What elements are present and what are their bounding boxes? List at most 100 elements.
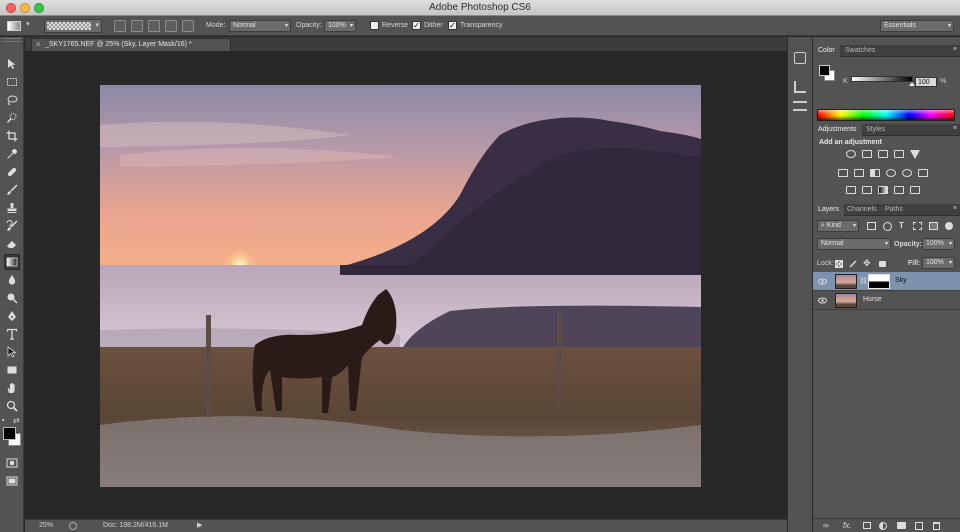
lock-pixels-icon[interactable] (849, 260, 857, 268)
link-chain-icon[interactable]: ⛓ (859, 277, 868, 285)
quick-selection-tool-button[interactable] (4, 110, 20, 126)
vibrance-icon[interactable] (910, 150, 920, 159)
workspace-switcher[interactable]: Essentials ▾ (880, 20, 954, 32)
eraser-tool-button[interactable] (4, 236, 20, 252)
blur-tool-button[interactable] (4, 272, 20, 288)
eyedropper-tool-button[interactable] (4, 146, 20, 162)
document-canvas-image[interactable] (100, 85, 701, 487)
filter-type-icon[interactable]: T (899, 221, 904, 230)
layer-name-horse[interactable]: Horse (863, 296, 882, 303)
lock-transparency-icon[interactable] (835, 260, 843, 268)
filter-toggle-icon[interactable] (945, 222, 953, 230)
color-lookup-icon[interactable] (918, 169, 928, 177)
diamond-gradient-button[interactable] (182, 20, 194, 32)
channel-mixer-icon[interactable] (902, 169, 912, 177)
panel-grip[interactable] (3, 38, 21, 42)
new-group-icon[interactable] (897, 522, 906, 529)
transparency-checkbox[interactable]: ✓ (448, 21, 457, 30)
tab-swatches[interactable]: Swatches (840, 45, 880, 57)
screen-mode-button[interactable] (4, 473, 20, 489)
tab-styles[interactable]: Styles (861, 124, 890, 136)
panel-menu-icon[interactable]: ≡ (953, 46, 957, 53)
layer-row-horse[interactable]: Horse (813, 291, 960, 310)
reverse-checkbox[interactable] (370, 21, 379, 30)
mode-select[interactable]: Normal ▾ (229, 20, 291, 32)
tab-paths[interactable]: Paths (880, 204, 908, 216)
zoom-tool-button[interactable] (4, 398, 20, 414)
brightness-contrast-icon[interactable] (846, 150, 856, 158)
color-foreground-swatch[interactable] (819, 65, 830, 76)
path-selection-tool-button[interactable] (4, 344, 20, 360)
close-window-button[interactable] (6, 3, 16, 13)
posterize-icon[interactable] (862, 186, 872, 194)
filter-pixel-icon[interactable] (867, 222, 876, 230)
layer-filter-kind[interactable]: ⌕ Kind ▾ (817, 220, 859, 232)
minimize-window-button[interactable] (20, 3, 30, 13)
link-layers-icon[interactable]: ∞ (823, 521, 829, 530)
new-layer-icon[interactable] (915, 522, 923, 530)
export-progress-icon[interactable] (69, 522, 77, 530)
tool-preset-picker[interactable]: ▾ (4, 19, 34, 33)
panel-menu-icon[interactable]: ≡ (953, 205, 957, 212)
layer-opacity-field[interactable]: 100% ▾ (922, 238, 955, 250)
color-balance-icon[interactable] (854, 169, 864, 177)
lock-all-icon[interactable] (879, 261, 886, 267)
invert-icon[interactable] (846, 186, 856, 194)
brush-tool-button[interactable] (4, 182, 20, 198)
layer-mask-thumbnail[interactable] (868, 274, 890, 289)
default-colors-icon[interactable]: ▪ (2, 417, 4, 424)
radial-gradient-button[interactable] (131, 20, 143, 32)
gradient-map-icon[interactable] (894, 186, 904, 194)
layer-fill-field[interactable]: 100% ▾ (922, 257, 955, 269)
layer-blend-mode-select[interactable]: Normal ▾ (817, 238, 891, 250)
quick-mask-button[interactable] (4, 455, 20, 471)
black-white-icon[interactable] (870, 169, 880, 177)
history-panel-icon[interactable] (794, 52, 806, 64)
zoom-window-button[interactable] (34, 3, 44, 13)
type-tool-button[interactable] (4, 326, 20, 342)
eye-icon[interactable] (818, 296, 827, 305)
crop-tool-button[interactable] (4, 128, 20, 144)
history-brush-tool-button[interactable] (4, 218, 20, 234)
trash-icon[interactable] (933, 522, 940, 530)
gradient-picker[interactable]: ▾ (44, 19, 102, 33)
add-mask-icon[interactable] (863, 522, 871, 529)
swap-colors-icon[interactable]: ⇄ (13, 416, 20, 425)
properties-panel-icon[interactable] (793, 101, 807, 111)
document-tab[interactable]: × _SKY1765.NEF @ 25% (Sky, Layer Mask/16… (31, 38, 231, 51)
move-tool-button[interactable] (4, 56, 20, 72)
dither-checkbox[interactable]: ✓ (412, 21, 421, 30)
tab-layers[interactable]: Layers (813, 204, 845, 216)
layer-style-button[interactable]: fx. (843, 521, 851, 530)
hue-saturation-icon[interactable] (838, 169, 848, 177)
panel-menu-icon[interactable]: ≡ (953, 125, 957, 132)
clone-stamp-tool-button[interactable] (4, 200, 20, 216)
color-spectrum-ramp[interactable] (817, 109, 955, 121)
dodge-tool-button[interactable] (4, 290, 20, 306)
filter-shape-icon[interactable] (913, 222, 922, 230)
new-adjustment-layer-icon[interactable] (879, 522, 887, 530)
filter-adjustment-icon[interactable] (883, 222, 892, 231)
hand-tool-button[interactable] (4, 380, 20, 396)
rectangle-tool-button[interactable] (4, 362, 20, 378)
k-slider[interactable] (851, 76, 915, 86)
tab-color[interactable]: Color (813, 45, 840, 57)
tab-adjustments[interactable]: Adjustments (813, 124, 862, 136)
opacity-field[interactable]: 100% ▾ (324, 20, 356, 32)
levels-icon[interactable] (862, 150, 872, 158)
threshold-icon[interactable] (878, 186, 888, 194)
exposure-icon[interactable] (894, 150, 904, 158)
gradient-tool-button[interactable] (4, 254, 20, 270)
lock-position-icon[interactable]: ✥ (863, 258, 871, 269)
marquee-tool-button[interactable] (4, 74, 20, 90)
angle-gradient-button[interactable] (148, 20, 160, 32)
k-value-field[interactable]: 100 (915, 77, 937, 87)
photo-filter-icon[interactable] (886, 169, 896, 177)
pen-tool-button[interactable] (4, 308, 20, 324)
foreground-color-swatch[interactable] (3, 427, 16, 440)
lasso-tool-button[interactable] (4, 92, 20, 108)
layer-name-sky[interactable]: Sky (895, 277, 907, 284)
healing-brush-tool-button[interactable] (4, 164, 20, 180)
selective-color-icon[interactable] (910, 186, 920, 194)
filter-smart-object-icon[interactable] (929, 222, 938, 230)
